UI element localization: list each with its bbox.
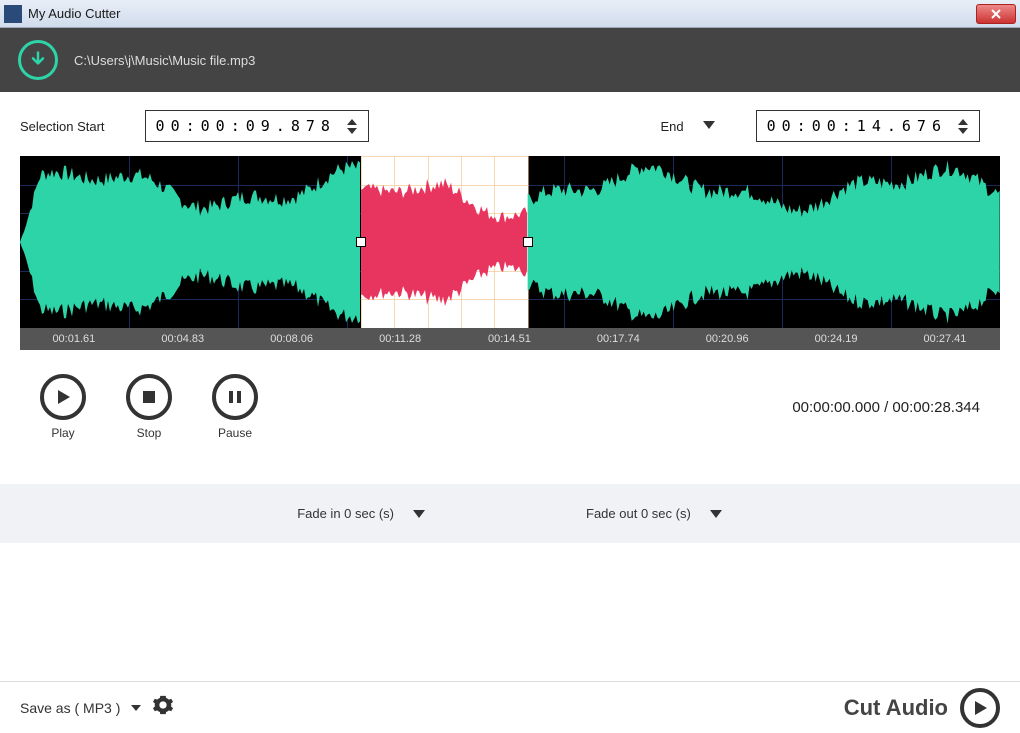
pause-label: Pause xyxy=(218,426,252,440)
ruler-tick: 00:01.61 xyxy=(52,333,95,345)
gear-icon xyxy=(152,694,174,716)
triangle-down-icon xyxy=(709,509,723,519)
stop-label: Stop xyxy=(137,426,162,440)
play-icon xyxy=(54,388,72,406)
time-ruler: 00:01.61 00:04.83 00:08.06 00:11.28 00:14.51… xyxy=(20,328,1000,350)
save-format-label: Save as ( MP3 ) xyxy=(20,700,120,716)
close-icon xyxy=(990,8,1002,20)
ruler-tick: 00:08.06 xyxy=(270,333,313,345)
window-close-button[interactable] xyxy=(976,4,1016,24)
selection-start-value: 00:00:09.878 xyxy=(156,117,336,135)
selection-handle[interactable] xyxy=(523,237,533,247)
titlebar: My Audio Cutter xyxy=(0,0,1020,28)
selection-start-label: Selection Start xyxy=(20,119,105,134)
play-button[interactable]: Play xyxy=(40,374,86,440)
pause-button[interactable]: Pause xyxy=(212,374,258,440)
selection-start-stepper[interactable] xyxy=(346,118,358,135)
arrow-right-icon xyxy=(971,699,989,717)
selection-start-input[interactable]: 00:00:09.878 xyxy=(145,110,369,142)
selection-end-value: 00:00:14.676 xyxy=(767,117,947,135)
stop-icon xyxy=(141,389,157,405)
selection-handle[interactable] xyxy=(356,237,366,247)
download-arrow-icon xyxy=(28,50,48,70)
fade-in-label: Fade in 0 sec (s) xyxy=(297,506,394,521)
save-format-dropdown[interactable]: Save as ( MP3 ) xyxy=(20,700,142,716)
end-dropdown[interactable] xyxy=(702,117,716,135)
ruler-tick: 00:14.51 xyxy=(488,333,531,345)
fade-in-dropdown[interactable]: Fade in 0 sec (s) xyxy=(297,506,426,521)
window-title: My Audio Cutter xyxy=(28,6,976,21)
fade-out-dropdown[interactable]: Fade out 0 sec (s) xyxy=(586,506,723,521)
stepper-down-icon xyxy=(346,127,358,135)
waveform-container: 00:01.61 00:04.83 00:08.06 00:11.28 00:14.51… xyxy=(20,156,1000,350)
fade-out-label: Fade out 0 sec (s) xyxy=(586,506,691,521)
settings-button[interactable] xyxy=(152,694,174,721)
waveform[interactable] xyxy=(20,156,1000,328)
triangle-down-icon xyxy=(130,704,142,712)
selection-end-label: End xyxy=(660,119,683,134)
stepper-up-icon xyxy=(957,118,969,126)
ruler-tick: 00:24.19 xyxy=(815,333,858,345)
stepper-up-icon xyxy=(346,118,358,126)
playback-controls: Play Stop Pause 00:00:00.000 / 00:00:28.… xyxy=(0,350,1020,460)
triangle-down-icon xyxy=(702,120,716,130)
cut-audio-label: Cut Audio xyxy=(844,695,948,721)
fade-bar: Fade in 0 sec (s) Fade out 0 sec (s) xyxy=(0,484,1020,543)
triangle-down-icon xyxy=(412,509,426,519)
selection-end-stepper[interactable] xyxy=(957,118,969,135)
timing-row: Selection Start 00:00:09.878 End 00:00:1… xyxy=(0,92,1020,156)
file-bar: C:\Users\j\Music\Music file.mp3 xyxy=(0,28,1020,92)
cut-audio-button[interactable]: Cut Audio xyxy=(844,688,1000,728)
bottom-bar: Save as ( MP3 ) Cut Audio xyxy=(0,681,1020,733)
selection-end-input[interactable]: 00:00:14.676 xyxy=(756,110,980,142)
load-file-button[interactable] xyxy=(18,40,58,80)
stepper-down-icon xyxy=(957,127,969,135)
ruler-tick: 00:20.96 xyxy=(706,333,749,345)
file-path: C:\Users\j\Music\Music file.mp3 xyxy=(74,53,255,68)
ruler-tick: 00:04.83 xyxy=(161,333,204,345)
stop-button[interactable]: Stop xyxy=(126,374,172,440)
ruler-tick: 00:17.74 xyxy=(597,333,640,345)
ruler-tick: 00:11.28 xyxy=(379,333,421,345)
pause-icon xyxy=(227,389,243,405)
ruler-tick: 00:27.41 xyxy=(924,333,967,345)
play-label: Play xyxy=(51,426,74,440)
playback-position: 00:00:00.000 / 00:00:28.344 xyxy=(792,399,980,416)
app-icon xyxy=(4,5,22,23)
